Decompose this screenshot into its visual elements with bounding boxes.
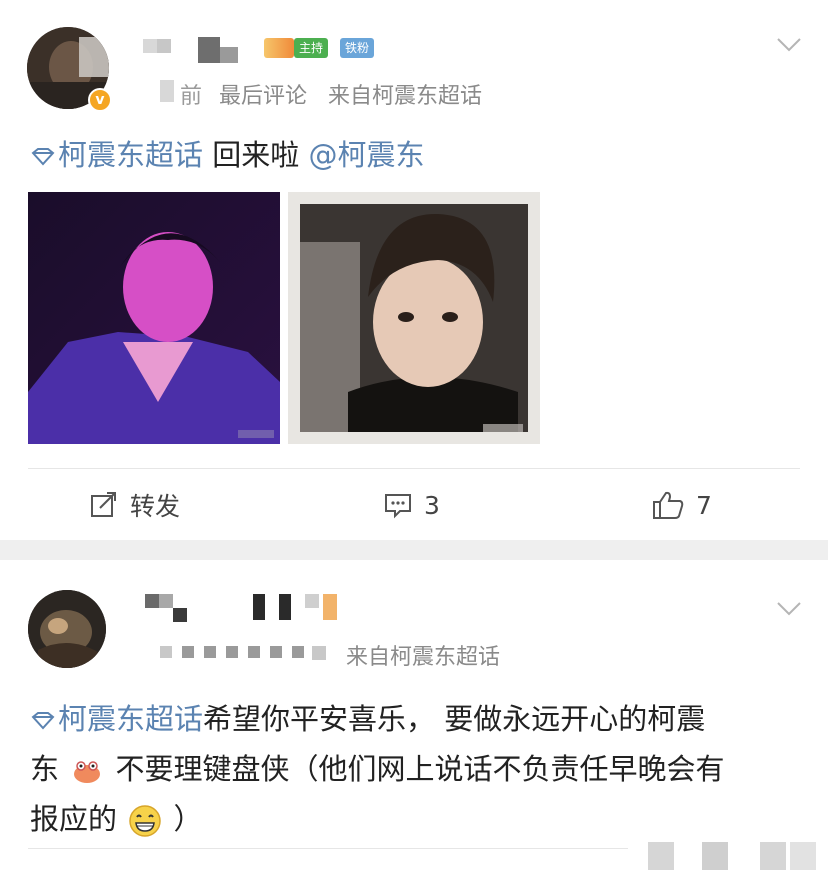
repost-button[interactable]: 转发	[90, 485, 180, 525]
comment-button[interactable]: 3	[384, 485, 440, 525]
post-time: 前	[180, 84, 203, 109]
verified-v-icon: v	[88, 88, 112, 112]
divider	[28, 848, 628, 849]
post-text-line1: 希望你平安喜乐， 要做永远开心的柯震	[203, 702, 706, 736]
post-card-1: v 主持 铁粉 前 最后评论 来自柯震东超话 柯震东超话 回来啦 @柯震东 转发…	[0, 0, 828, 540]
last-comment-label: 最后评论	[219, 84, 308, 109]
redacted-area	[648, 842, 818, 870]
username-redacted[interactable]	[145, 594, 345, 622]
divider	[28, 468, 800, 469]
chevron-down-icon[interactable]	[776, 36, 802, 54]
topic-link[interactable]: 柯震东超话	[58, 138, 203, 172]
thumbs-up-icon	[653, 491, 684, 519]
comment-count: 3	[424, 490, 440, 520]
repost-label: 转发	[130, 492, 181, 521]
time-redacted	[160, 646, 340, 660]
avatar-image	[28, 590, 106, 668]
crab-emoji-icon	[74, 761, 101, 783]
post-text-line3: 报应的	[30, 802, 118, 836]
chevron-down-icon[interactable]	[776, 600, 802, 618]
like-count: 7	[696, 490, 712, 520]
post-text: 回来啦	[203, 138, 309, 172]
post-text-line3-end: ）	[173, 802, 203, 836]
post-content: 柯震东超话希望你平安喜乐， 要做永远开心的柯震 东 不要理键盘侠（他们网上说话不…	[30, 697, 810, 841]
grin-emoji-icon	[129, 805, 161, 837]
post-text-line2: 不要理键盘侠（他们网上说话不负责任早晚会有	[115, 752, 725, 786]
post-separator	[0, 540, 828, 560]
host-badge: 主持	[294, 38, 329, 58]
post-source[interactable]: 来自柯震东超话	[346, 639, 500, 671]
fan-badge: 铁粉	[340, 38, 375, 58]
time-redacted	[160, 80, 174, 102]
topic-link[interactable]: 柯震东超话	[58, 702, 203, 736]
post-meta: 前 最后评论 来自柯震东超话	[180, 78, 482, 110]
avatar[interactable]	[28, 590, 106, 668]
post-source[interactable]: 来自柯震东超话	[328, 84, 482, 109]
diamond-topic-icon	[31, 712, 55, 730]
post-image-1[interactable]	[28, 192, 280, 444]
post-image-2[interactable]	[288, 192, 540, 444]
repost-icon	[91, 492, 116, 517]
username-redacted[interactable]	[143, 37, 243, 63]
mention-link[interactable]: @柯震东	[308, 138, 424, 172]
post-text-line2-start: 东	[30, 752, 60, 786]
level-badge	[264, 38, 294, 58]
diamond-topic-icon	[31, 148, 55, 166]
comment-icon	[385, 494, 411, 519]
post-content: 柯震东超话 回来啦 @柯震东	[30, 133, 810, 177]
like-button[interactable]: 7	[652, 485, 712, 525]
post-card-2: 来自柯震东超话 柯震东超话希望你平安喜乐， 要做永远开心的柯震 东 不要理键盘侠…	[0, 560, 828, 870]
